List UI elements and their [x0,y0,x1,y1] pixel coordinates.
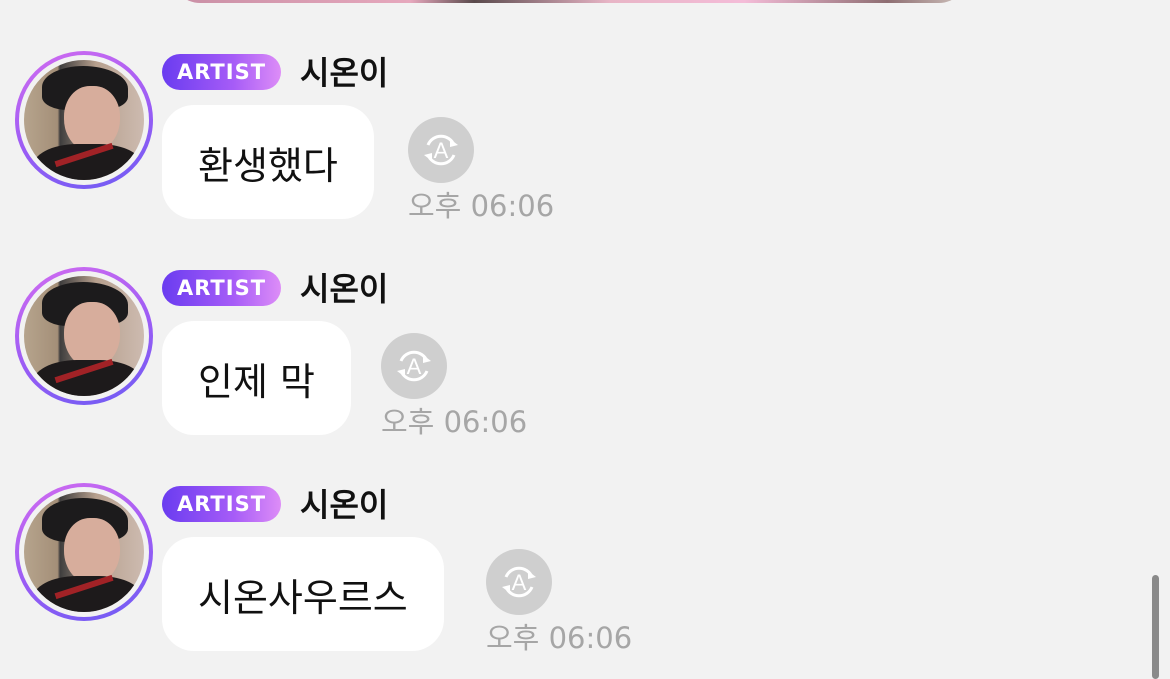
message-time: 오후 06:06 [408,189,555,223]
translate-icon[interactable]: A [486,549,552,615]
chat-screen: ARTIST 시온이 환생했다 A 오후 06:06 ARTIST 시온이 인제… [0,0,1170,679]
sender-name: 시온이 [300,270,389,308]
avatar-photo [24,492,144,612]
avatar[interactable] [15,267,153,405]
avatar-photo [24,60,144,180]
artist-badge: ARTIST [162,54,281,90]
translate-icon[interactable]: A [381,333,447,399]
chat-message: ARTIST 시온이 인제 막 A 오후 06:06 [0,267,1170,442]
svg-text:A: A [407,354,422,379]
avatar[interactable] [15,51,153,189]
message-bubble[interactable]: 환생했다 [162,105,374,219]
message-time: 오후 06:06 [486,621,633,655]
scrollbar[interactable] [1152,575,1159,679]
svg-text:A: A [434,138,449,163]
chat-message: ARTIST 시온이 환생했다 A 오후 06:06 [0,51,1170,226]
avatar-photo [24,276,144,396]
translate-icon[interactable]: A [408,117,474,183]
artist-badge: ARTIST [162,270,281,306]
message-bubble[interactable]: 인제 막 [162,321,351,435]
artist-badge: ARTIST [162,486,281,522]
svg-text:A: A [512,570,527,595]
sender-name: 시온이 [300,54,389,92]
chat-message: ARTIST 시온이 시온사우르스 A 오후 06:06 [0,483,1170,658]
shared-image-preview[interactable] [172,0,967,3]
sender-name: 시온이 [300,486,389,524]
avatar[interactable] [15,483,153,621]
message-bubble[interactable]: 시온사우르스 [162,537,444,651]
message-time: 오후 06:06 [381,405,528,439]
